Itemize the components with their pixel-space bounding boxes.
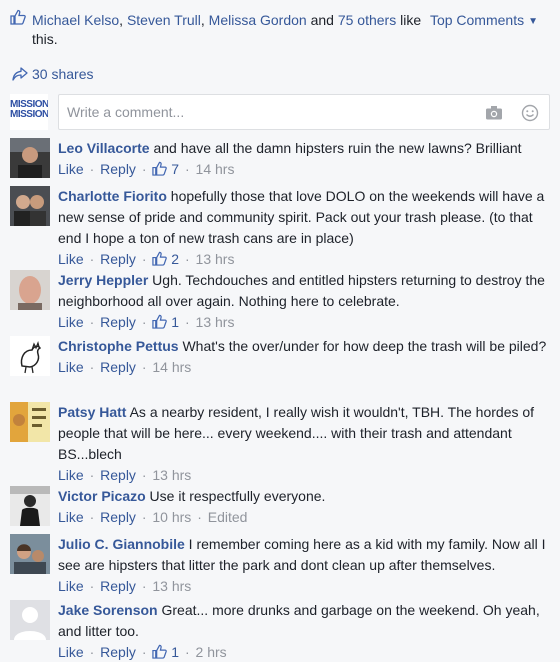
comment-body: Leo Villacorte and have all the damn hip…	[58, 138, 548, 179]
comment-actions: Like · Reply · 7 · 14 hrs	[58, 161, 235, 177]
like-button[interactable]: Like	[58, 467, 84, 483]
thumbs-up-icon	[152, 161, 168, 176]
like-button[interactable]: Like	[58, 644, 84, 660]
comment-author[interactable]: Charlotte Fiorito	[58, 188, 167, 204]
reaction-count[interactable]: 2	[152, 251, 179, 267]
reply-button[interactable]: Reply	[100, 161, 136, 177]
comment-author[interactable]: Jake Sorenson	[58, 602, 158, 618]
reply-button[interactable]: Reply	[100, 509, 136, 525]
comment-placeholder: Write a comment...	[67, 104, 185, 120]
comment-body: Christophe Pettus What's the over/under …	[58, 336, 548, 377]
comment-text: and have all the damn hipsters ruin the …	[149, 140, 522, 156]
comment-body: Julio C. Giannobile I remember coming he…	[58, 534, 548, 596]
reaction-count[interactable]: 1	[152, 314, 179, 330]
timestamp[interactable]: 13 hrs	[152, 467, 191, 483]
reply-button[interactable]: Reply	[100, 251, 136, 267]
reaction-count[interactable]: 7	[152, 161, 179, 177]
like-button[interactable]: Like	[58, 578, 84, 594]
timestamp[interactable]: 14 hrs	[196, 161, 235, 177]
reply-button[interactable]: Reply	[100, 578, 136, 594]
comment-author[interactable]: Christophe Pettus	[58, 338, 179, 354]
comment-body: Charlotte Fiorito hopefully those that l…	[58, 186, 548, 269]
liker-name[interactable]: Steven Trull	[127, 12, 201, 28]
comment-actions: Like · Reply · 13 hrs	[58, 467, 192, 483]
avatar[interactable]	[10, 534, 50, 574]
avatar[interactable]	[10, 270, 50, 310]
sort-label: Top Comments	[429, 12, 525, 28]
comment-body: Jerry Heppler Ugh. Techdouches and entit…	[58, 270, 548, 332]
comments-panel: Michael Kelso, Steven Trull, Melissa Gor…	[0, 0, 560, 662]
comment-actions: Like · Reply · 14 hrs	[58, 359, 192, 375]
like-count: 2	[171, 251, 180, 267]
others-link[interactable]: 75 others	[338, 12, 396, 28]
thumbs-up-icon	[10, 9, 26, 25]
reaction-count[interactable]: 1	[152, 644, 179, 660]
comment-text: What's the over/under for how deep the t…	[178, 338, 547, 354]
reply-button[interactable]: Reply	[100, 314, 136, 330]
likes-summary: Michael Kelso, Steven Trull, Melissa Gor…	[10, 7, 550, 47]
timestamp[interactable]: 14 hrs	[152, 359, 191, 375]
reply-button[interactable]: Reply	[100, 644, 136, 660]
like-button[interactable]: Like	[58, 509, 84, 525]
camera-icon[interactable]	[485, 105, 503, 121]
comment-body: Jake Sorenson Great... more drunks and g…	[58, 600, 548, 662]
timestamp[interactable]: 2 hrs	[196, 644, 227, 660]
comment-author[interactable]: Leo Villacorte	[58, 140, 150, 156]
like-button[interactable]: Like	[58, 161, 84, 177]
like-button[interactable]: Like	[58, 359, 84, 375]
like-button[interactable]: Like	[58, 251, 84, 267]
emoji-icon[interactable]	[521, 104, 539, 122]
comment-actions: Like · Reply · 2 · 13 hrs	[58, 251, 235, 267]
shares-label: 30 shares	[32, 66, 94, 82]
like-count: 1	[171, 644, 180, 660]
comment-body: Patsy Hatt As a nearby resident, I reall…	[58, 402, 548, 485]
reply-button[interactable]: Reply	[100, 359, 136, 375]
share-icon	[12, 67, 28, 81]
timestamp[interactable]: 13 hrs	[196, 251, 235, 267]
timestamp[interactable]: 13 hrs	[152, 578, 191, 594]
comment-input[interactable]: Write a comment...	[58, 94, 550, 130]
like-count: 1	[171, 314, 180, 330]
avatar: MISSION MISSION	[10, 94, 48, 130]
thumbs-up-icon	[152, 644, 168, 659]
thumbs-up-icon	[152, 314, 168, 329]
timestamp[interactable]: 10 hrs	[152, 509, 191, 525]
comment-actions: Like · Reply · 13 hrs	[58, 578, 192, 594]
avatar[interactable]	[10, 138, 50, 178]
avatar[interactable]	[10, 402, 50, 442]
comment-author[interactable]: Victor Picazo	[58, 488, 146, 504]
like-button[interactable]: Like	[58, 314, 84, 330]
like-count: 7	[171, 161, 180, 177]
sort-dropdown[interactable]: Top Comments ▼	[430, 12, 538, 28]
comment-actions: Like · Reply · 1 · 13 hrs	[58, 314, 235, 330]
comment-actions: Like · Reply · 1 · 2 hrs	[58, 644, 227, 660]
reply-button[interactable]: Reply	[100, 467, 136, 483]
avatar[interactable]	[10, 186, 50, 226]
comment-body: Victor Picazo Use it respectfully everyo…	[58, 486, 548, 527]
liker-name[interactable]: Michael Kelso	[32, 12, 119, 28]
comment-author[interactable]: Julio C. Giannobile	[58, 536, 185, 552]
avatar[interactable]	[10, 336, 50, 376]
avatar[interactable]	[10, 600, 50, 640]
likes-text: Michael Kelso, Steven Trull, Melissa Gor…	[32, 12, 422, 47]
timestamp[interactable]: 13 hrs	[196, 314, 235, 330]
comment-text: Use it respectfully everyone.	[145, 488, 326, 504]
comment-text: As a nearby resident, I really wish it w…	[58, 404, 535, 462]
comment-composer: MISSION MISSION Write a comment...	[10, 94, 550, 130]
comment-actions: Like · Reply · 10 hrs · Edited	[58, 509, 248, 525]
comment-author[interactable]: Patsy Hatt	[58, 404, 126, 420]
liker-name[interactable]: Melissa Gordon	[209, 12, 307, 28]
thumbs-up-icon	[152, 251, 168, 266]
avatar[interactable]	[10, 486, 50, 526]
edited-label[interactable]: Edited	[208, 509, 248, 525]
shares-link[interactable]: 30 shares	[12, 66, 93, 82]
chevron-down-icon: ▼	[528, 15, 538, 27]
comment-author[interactable]: Jerry Heppler	[58, 272, 148, 288]
